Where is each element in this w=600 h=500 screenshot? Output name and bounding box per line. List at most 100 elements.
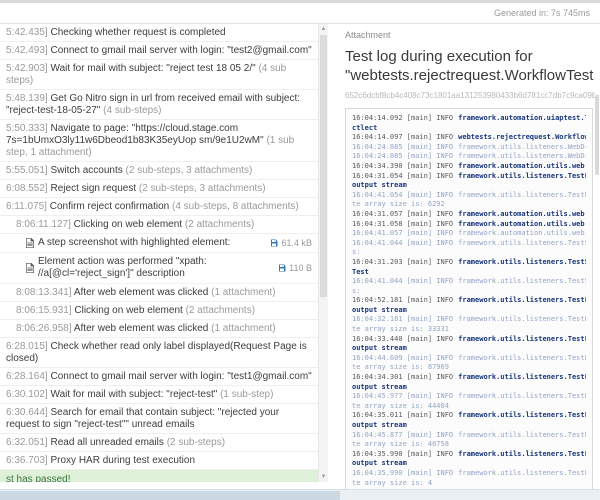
log-message: framework.utils.listeners.TestListenerUt… xyxy=(458,431,586,439)
test-step-row[interactable]: 5:55.051] Switch accounts (2 sub-steps, … xyxy=(0,162,318,180)
step-substep-count: (4 sub-steps) xyxy=(103,105,161,116)
file-icon xyxy=(26,238,34,248)
log-entry: 16:04:35.011 [main] INFO framework.utils.… xyxy=(352,411,586,430)
step-timestamp: 5:55.051] xyxy=(6,165,48,176)
steps-scrollbar[interactable]: ▲ ▼ xyxy=(318,24,328,482)
log-entry: 16:04:31.058 [main] INFOframework.automa… xyxy=(352,220,586,230)
log-message: framework.automation.utils.web.DriverWeb… xyxy=(458,210,586,218)
step-timestamp: 6:11.075] xyxy=(6,201,47,212)
log-message-continuation: output stream xyxy=(352,459,586,469)
log-message-continuation: te array size is: 33331 xyxy=(352,325,586,335)
test-step-row[interactable]: 5:42.435] Checking whether request is co… xyxy=(0,24,318,42)
log-entry: 16:04:45.977 [main] INFOframework.utils.… xyxy=(352,392,586,411)
test-step-row[interactable]: 6:28.164] Connect to gmail mail server w… xyxy=(0,368,318,386)
log-timestamp: 16:04:31.203 [main] INFO xyxy=(352,258,453,266)
test-step-row[interactable]: 8:06:15.931] Clicking on web element (2 … xyxy=(0,302,318,320)
log-message: framework.utils.listeners.TestListenerUt… xyxy=(458,191,586,199)
test-step-row[interactable]: 6:11.075] Confirm reject confirmation (4… xyxy=(0,198,318,216)
log-timestamp: 16:04:45.877 [main] INFO xyxy=(352,431,453,439)
log-message: framework.utils.listeners.TestListenerUt… xyxy=(458,392,586,400)
test-steps-panel: 5:42.435] Checking whether request is co… xyxy=(0,24,318,482)
log-message: framework.utils.listeners.TestStatusList… xyxy=(458,277,586,285)
step-timestamp: 6:30.102] xyxy=(6,389,48,400)
step-timestamp: 6:32.051] xyxy=(6,437,48,448)
step-title: Checking whether request is completed xyxy=(51,27,226,38)
attachment-list-item[interactable]: A step screenshot with highlighted eleme… xyxy=(0,234,318,253)
attachment-scrollbar-thumb[interactable] xyxy=(595,95,599,175)
step-title: Wait for mail with subject: "reject-test… xyxy=(51,389,218,400)
log-timestamp: 16:04:44.609 [main] INFO xyxy=(352,354,453,362)
log-timestamp: 16:04:41.044 [main] INFO xyxy=(352,239,453,247)
test-step-row[interactable]: 6:08.552] Reject sign request (2 sub-ste… xyxy=(0,180,318,198)
log-entry: 16:04:32.181 [main] INFOframework.utils.… xyxy=(352,315,586,334)
download-icon[interactable] xyxy=(270,239,278,247)
test-step-row[interactable]: 5:42.493] Connect to gmail mail server w… xyxy=(0,42,318,60)
test-step-row[interactable]: 6:32.051] Read all unreaded emails (2 su… xyxy=(0,434,318,452)
attachment-name: A step screenshot with highlighted eleme… xyxy=(38,237,266,249)
generated-in-label: Generated in: 7s 745ms xyxy=(494,8,590,18)
log-entry: 16:04:31.054 [main] INFO framework.utils.… xyxy=(352,172,586,191)
log-entry: 16:04:44.609 [main] INFOframework.utils.… xyxy=(352,354,586,373)
horizontal-scrollbar-thumb[interactable] xyxy=(0,491,340,500)
attachment-size: 61.4 kB xyxy=(281,237,312,249)
step-timestamp: 5:42.435] xyxy=(6,27,48,38)
log-message-continuation: te array size is: 44404 xyxy=(352,402,586,412)
log-timestamp: 16:04:24.885 [main] INFO xyxy=(352,143,453,151)
log-timestamp: 16:04:33.440 [main] INFO xyxy=(352,335,453,343)
attachment-size: 110 B xyxy=(289,262,312,274)
step-timestamp: 5:42.493] xyxy=(6,45,48,56)
test-step-row[interactable]: 8:08:13.341] After web element was click… xyxy=(0,284,318,302)
log-timestamp: 16:04:31.054 [main] INFO xyxy=(352,172,453,180)
test-step-row[interactable]: 5:48.139] Get Go Nitro sign in url from … xyxy=(0,90,318,120)
step-timestamp: 6:28.164] xyxy=(6,371,48,382)
test-step-row[interactable]: 6:28.015] Check whether read only label … xyxy=(0,338,318,368)
step-timestamp: 5:48.139] xyxy=(6,93,48,104)
log-message-continuation: te array size is: 4 xyxy=(352,479,586,489)
log-message: framework.automation.utils.web.DriverWeb… xyxy=(458,162,586,170)
log-message-continuation: Test xyxy=(352,268,586,278)
file-icon xyxy=(26,263,34,273)
test-step-row[interactable]: 8:06:26.958] After web element was click… xyxy=(0,320,318,338)
log-entry: 16:04:52.181 [main] INFOframework.utils.… xyxy=(352,296,586,315)
log-message: webtests.rejectrequest.WorkflowTest - Be… xyxy=(458,133,586,141)
attachment-list-item[interactable]: Element action was performed "xpath: //a… xyxy=(0,253,318,284)
log-entry: 16:04:35.990 [main] INFOframework.utils.… xyxy=(352,450,586,469)
step-substep-count: (2 sub-steps, 3 attachments) xyxy=(139,183,266,194)
log-message: framework.utils.listeners.TestListenerUt… xyxy=(458,296,586,304)
step-timestamp: 5:50.333] xyxy=(6,123,48,134)
test-passed-banner: st has passed! xyxy=(0,470,318,482)
test-step-row[interactable]: 6:36.703] Proxy HAR during test executio… xyxy=(0,452,318,470)
log-message: framework.utils.listeners.TestListenerUt… xyxy=(458,411,586,419)
step-title: Confirm reject confirmation xyxy=(50,201,169,212)
log-timestamp: 16:04:35.990 [main] INFO xyxy=(352,450,453,458)
log-message: framework.utils.listeners.TestListenerUt… xyxy=(458,172,586,180)
log-message-continuation: te array size is: 6292 xyxy=(352,200,586,210)
test-step-row[interactable]: 8:06:11.127] Clicking on web element (2 … xyxy=(0,216,318,234)
log-message-continuation: output stream xyxy=(352,421,586,431)
attachment-title-line2: "webtests.rejectrequest.WorkflowTest.rej… xyxy=(345,66,595,85)
log-timestamp: 16:04:32.181 [main] INFO xyxy=(352,315,453,323)
step-title: After web element was clicked xyxy=(74,323,209,334)
log-entry: 16:04:24.885 [main] INFOframework.utils.… xyxy=(352,143,586,153)
test-step-row[interactable]: 6:30.102] Wait for mail with subject: "r… xyxy=(0,386,318,404)
log-entry: 16:04:24.885 [main] INFOframework.utils.… xyxy=(352,152,586,162)
scroll-down-arrow[interactable]: ▼ xyxy=(319,472,328,482)
test-step-row[interactable]: 6:30.644] Search for email that contain … xyxy=(0,404,318,434)
log-entry: 16:04:45.877 [main] INFO framework.utils.… xyxy=(352,431,586,450)
step-title: Clicking on web element xyxy=(74,219,182,230)
log-message: framework.utils.listeners.TestListenerUt… xyxy=(458,335,586,343)
attachment-hash: 652c6dcbf8cb4c408c73c1801aa131253980433b… xyxy=(345,91,595,100)
log-entry: 16:04:14.097 [main] INFOwebtests.rejectr… xyxy=(352,133,586,143)
log-timestamp: 16:04:35.011 [main] INFO xyxy=(352,411,453,419)
log-timestamp: 16:04:41.044 [main] INFO xyxy=(352,277,453,285)
download-icon[interactable] xyxy=(278,264,286,272)
horizontal-scrollbar[interactable] xyxy=(0,489,600,500)
scroll-up-arrow[interactable]: ▲ xyxy=(319,24,328,34)
log-message-continuation: te array size is: 46758 xyxy=(352,440,586,450)
log-message: framework.utils.listeners.TestListenerUt… xyxy=(458,373,586,381)
test-log-viewer: 16:04:14.092 [main] INFOframework.automa… xyxy=(345,108,593,490)
test-step-row[interactable]: 5:50.333] Navigate to page: "https://clo… xyxy=(0,120,318,162)
scrollbar-thumb[interactable] xyxy=(320,35,327,297)
test-step-row[interactable]: 5:42.903] Wait for mail with subject: "r… xyxy=(0,60,318,90)
step-timestamp: 6:08.552] xyxy=(6,183,48,194)
